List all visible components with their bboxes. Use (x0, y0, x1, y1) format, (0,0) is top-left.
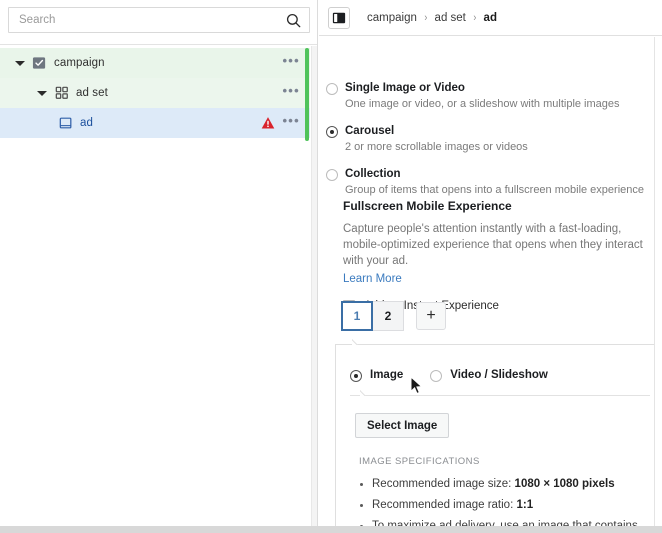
creative-type-radio-group: Image Video / Slideshow (350, 368, 575, 382)
carousel-card-tabs: 1 2 + (341, 301, 446, 331)
sidebar-panel-toggle-icon[interactable] (328, 6, 350, 29)
card-tab-pointer-notch (352, 338, 365, 345)
format-option-text: Collection Group of items that opens int… (345, 167, 644, 198)
tree-label-campaign: campaign (54, 57, 105, 69)
spec-item-ratio: Recommended image ratio: 1:1 (359, 495, 662, 516)
section-body-fullscreen-mobile-experience: Capture people's attention instantly wit… (343, 223, 643, 267)
panel-divider (0, 44, 317, 45)
radio-image[interactable] (350, 370, 362, 382)
creative-type-option-video-slideshow[interactable]: Video / Slideshow (430, 368, 548, 382)
row-menu-button-ad-set[interactable]: ••• (282, 84, 300, 99)
row-menu-button-ad[interactable]: ••• (282, 114, 300, 129)
format-option-text: Single Image or Video One image or video… (345, 81, 620, 112)
image-specifications-section: IMAGE SPECIFICATIONS Recommended image s… (335, 447, 662, 533)
breadcrumb-item-ad[interactable]: ad (484, 12, 497, 24)
breadcrumb-bar: campaign › ad set › ad (319, 0, 662, 36)
radio-collection[interactable] (326, 169, 338, 181)
chevron-down-icon[interactable] (36, 87, 48, 99)
ad-format-options: Single Image or Video One image or video… (319, 81, 649, 210)
tree-row-actions-ad-set: ••• (282, 84, 300, 99)
add-card-button[interactable]: + (416, 302, 446, 330)
radio-single-image-or-video[interactable] (326, 83, 338, 95)
format-desc-single-image-or-video: One image or video, or a slideshow with … (345, 98, 620, 110)
format-option-text: Carousel 2 or more scrollable images or … (345, 124, 528, 155)
tree-row-campaign[interactable]: campaign ••• (0, 48, 310, 78)
format-desc-collection: Group of items that opens into a fullscr… (345, 184, 644, 196)
label-image: Image (370, 369, 404, 381)
spec-item-size: Recommended image size: 1080 × 1080 pixe… (359, 474, 662, 495)
left-panel-scrollbar[interactable] (311, 46, 317, 526)
campaign-checkbox-icon (32, 56, 47, 71)
format-title-carousel: Carousel (345, 125, 395, 137)
breadcrumb-item-campaign[interactable]: campaign (367, 12, 417, 24)
app-window: campaign ••• ad set •• (0, 0, 662, 533)
right-panel-scrollbar[interactable] (654, 37, 662, 526)
format-option-carousel[interactable]: Carousel 2 or more scrollable images or … (319, 124, 649, 167)
search-box[interactable] (8, 7, 310, 33)
format-option-single-image-or-video[interactable]: Single Image or Video One image or video… (319, 81, 649, 124)
tree-row-actions-ad: ••• (261, 114, 300, 130)
specs-list: Recommended image size: 1080 × 1080 pixe… (359, 474, 662, 533)
card-tab-2[interactable]: 2 (372, 301, 404, 331)
ad-set-grid-icon (54, 86, 69, 101)
campaign-tree-panel: campaign ••• ad set •• (0, 0, 318, 533)
creative-type-underline (350, 395, 650, 396)
section-title-fullscreen-mobile-experience: Fullscreen Mobile Experience (343, 199, 512, 213)
card-tab-1[interactable]: 1 (341, 301, 373, 331)
image-tab-pointer-notch (360, 389, 373, 396)
chevron-down-icon[interactable] (14, 57, 26, 69)
creative-type-option-image[interactable]: Image (350, 368, 403, 382)
radio-carousel[interactable] (326, 126, 338, 138)
tree-row-ad-set[interactable]: ad set ••• (0, 78, 310, 108)
radio-col (319, 167, 345, 181)
search-input[interactable] (17, 13, 286, 27)
breadcrumb-item-ad-set[interactable]: ad set (435, 12, 466, 24)
radio-col (319, 81, 345, 95)
search-icon[interactable] (286, 13, 301, 28)
format-desc-carousel: 2 or more scrollable images or videos (345, 141, 528, 153)
spec-size-value: 1080 × 1080 pixels (514, 478, 615, 490)
warning-icon[interactable] (261, 116, 275, 130)
row-menu-button-campaign[interactable]: ••• (282, 54, 300, 69)
spec-ratio-value: 1:1 (516, 499, 534, 511)
ad-square-icon (58, 116, 73, 131)
label-video-slideshow: Video / Slideshow (450, 369, 548, 381)
tree-label-ad: ad (80, 117, 93, 129)
campaign-tree: campaign ••• ad set ••• ad ••• (0, 48, 310, 138)
horizontal-scrollbar[interactable] (0, 526, 662, 533)
spec-ratio-prefix: Recommended image ratio: (372, 499, 517, 511)
specs-heading: IMAGE SPECIFICATIONS (359, 456, 480, 467)
breadcrumb: campaign › ad set › ad (367, 12, 497, 24)
tree-selection-accent-bar (305, 48, 309, 141)
radio-video-slideshow[interactable] (430, 370, 443, 382)
radio-col (319, 124, 345, 138)
tree-row-actions-campaign: ••• (282, 54, 300, 69)
learn-more-link[interactable]: Learn More (343, 273, 402, 285)
format-title-single-image-or-video: Single Image or Video (345, 82, 465, 94)
fullscreen-mobile-experience-section: Fullscreen Mobile Experience Capture peo… (343, 199, 653, 312)
search-field-wrapper (8, 7, 310, 33)
format-title-collection: Collection (345, 168, 401, 180)
breadcrumb-separator: › (473, 11, 477, 24)
spec-size-prefix: Recommended image size: (372, 478, 515, 490)
tree-row-ad[interactable]: ad ••• (0, 108, 310, 138)
breadcrumb-separator: › (424, 11, 428, 24)
select-image-button[interactable]: Select Image (355, 413, 450, 438)
tree-label-ad-set: ad set (76, 87, 108, 99)
